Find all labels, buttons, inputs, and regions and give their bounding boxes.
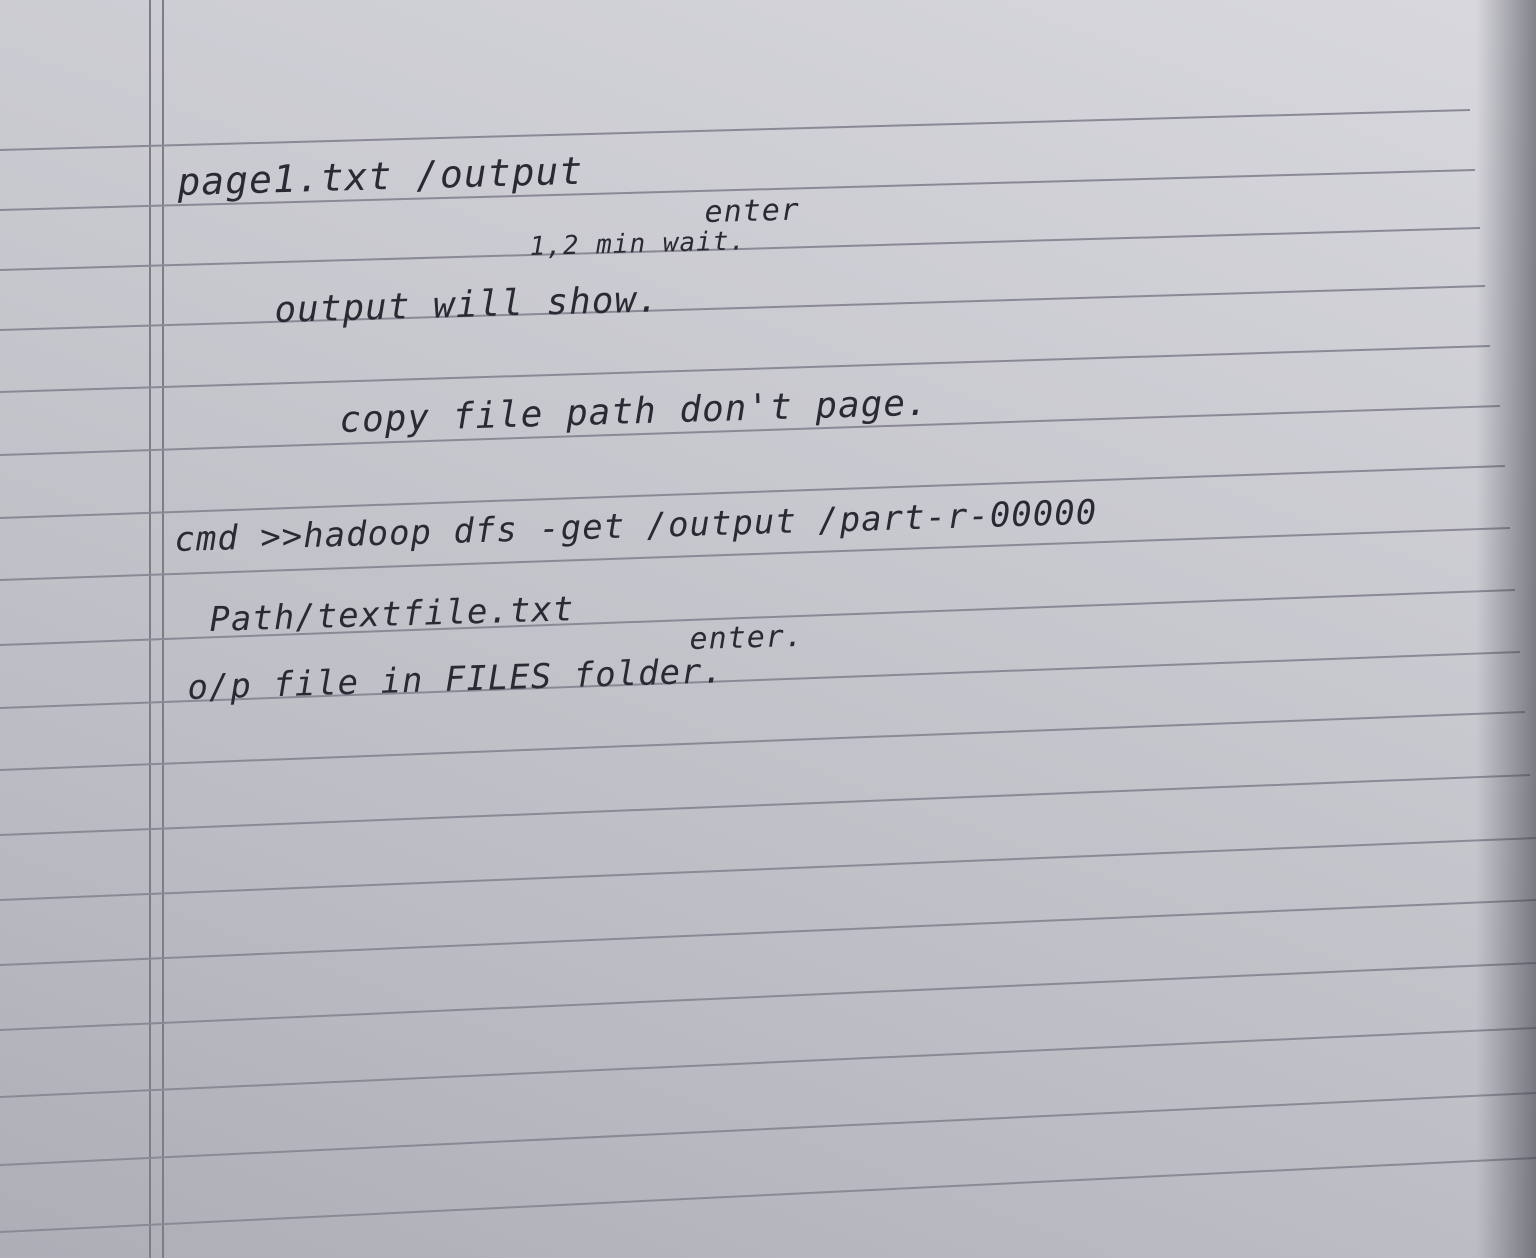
notebook-photo: page1.txt /output enter 1,2 min wait. ou… <box>0 0 1536 1258</box>
note-line-2: 1,2 min wait. <box>529 226 747 262</box>
note-line-1-annotation: enter <box>704 192 801 230</box>
page-shadow <box>1476 0 1536 1258</box>
